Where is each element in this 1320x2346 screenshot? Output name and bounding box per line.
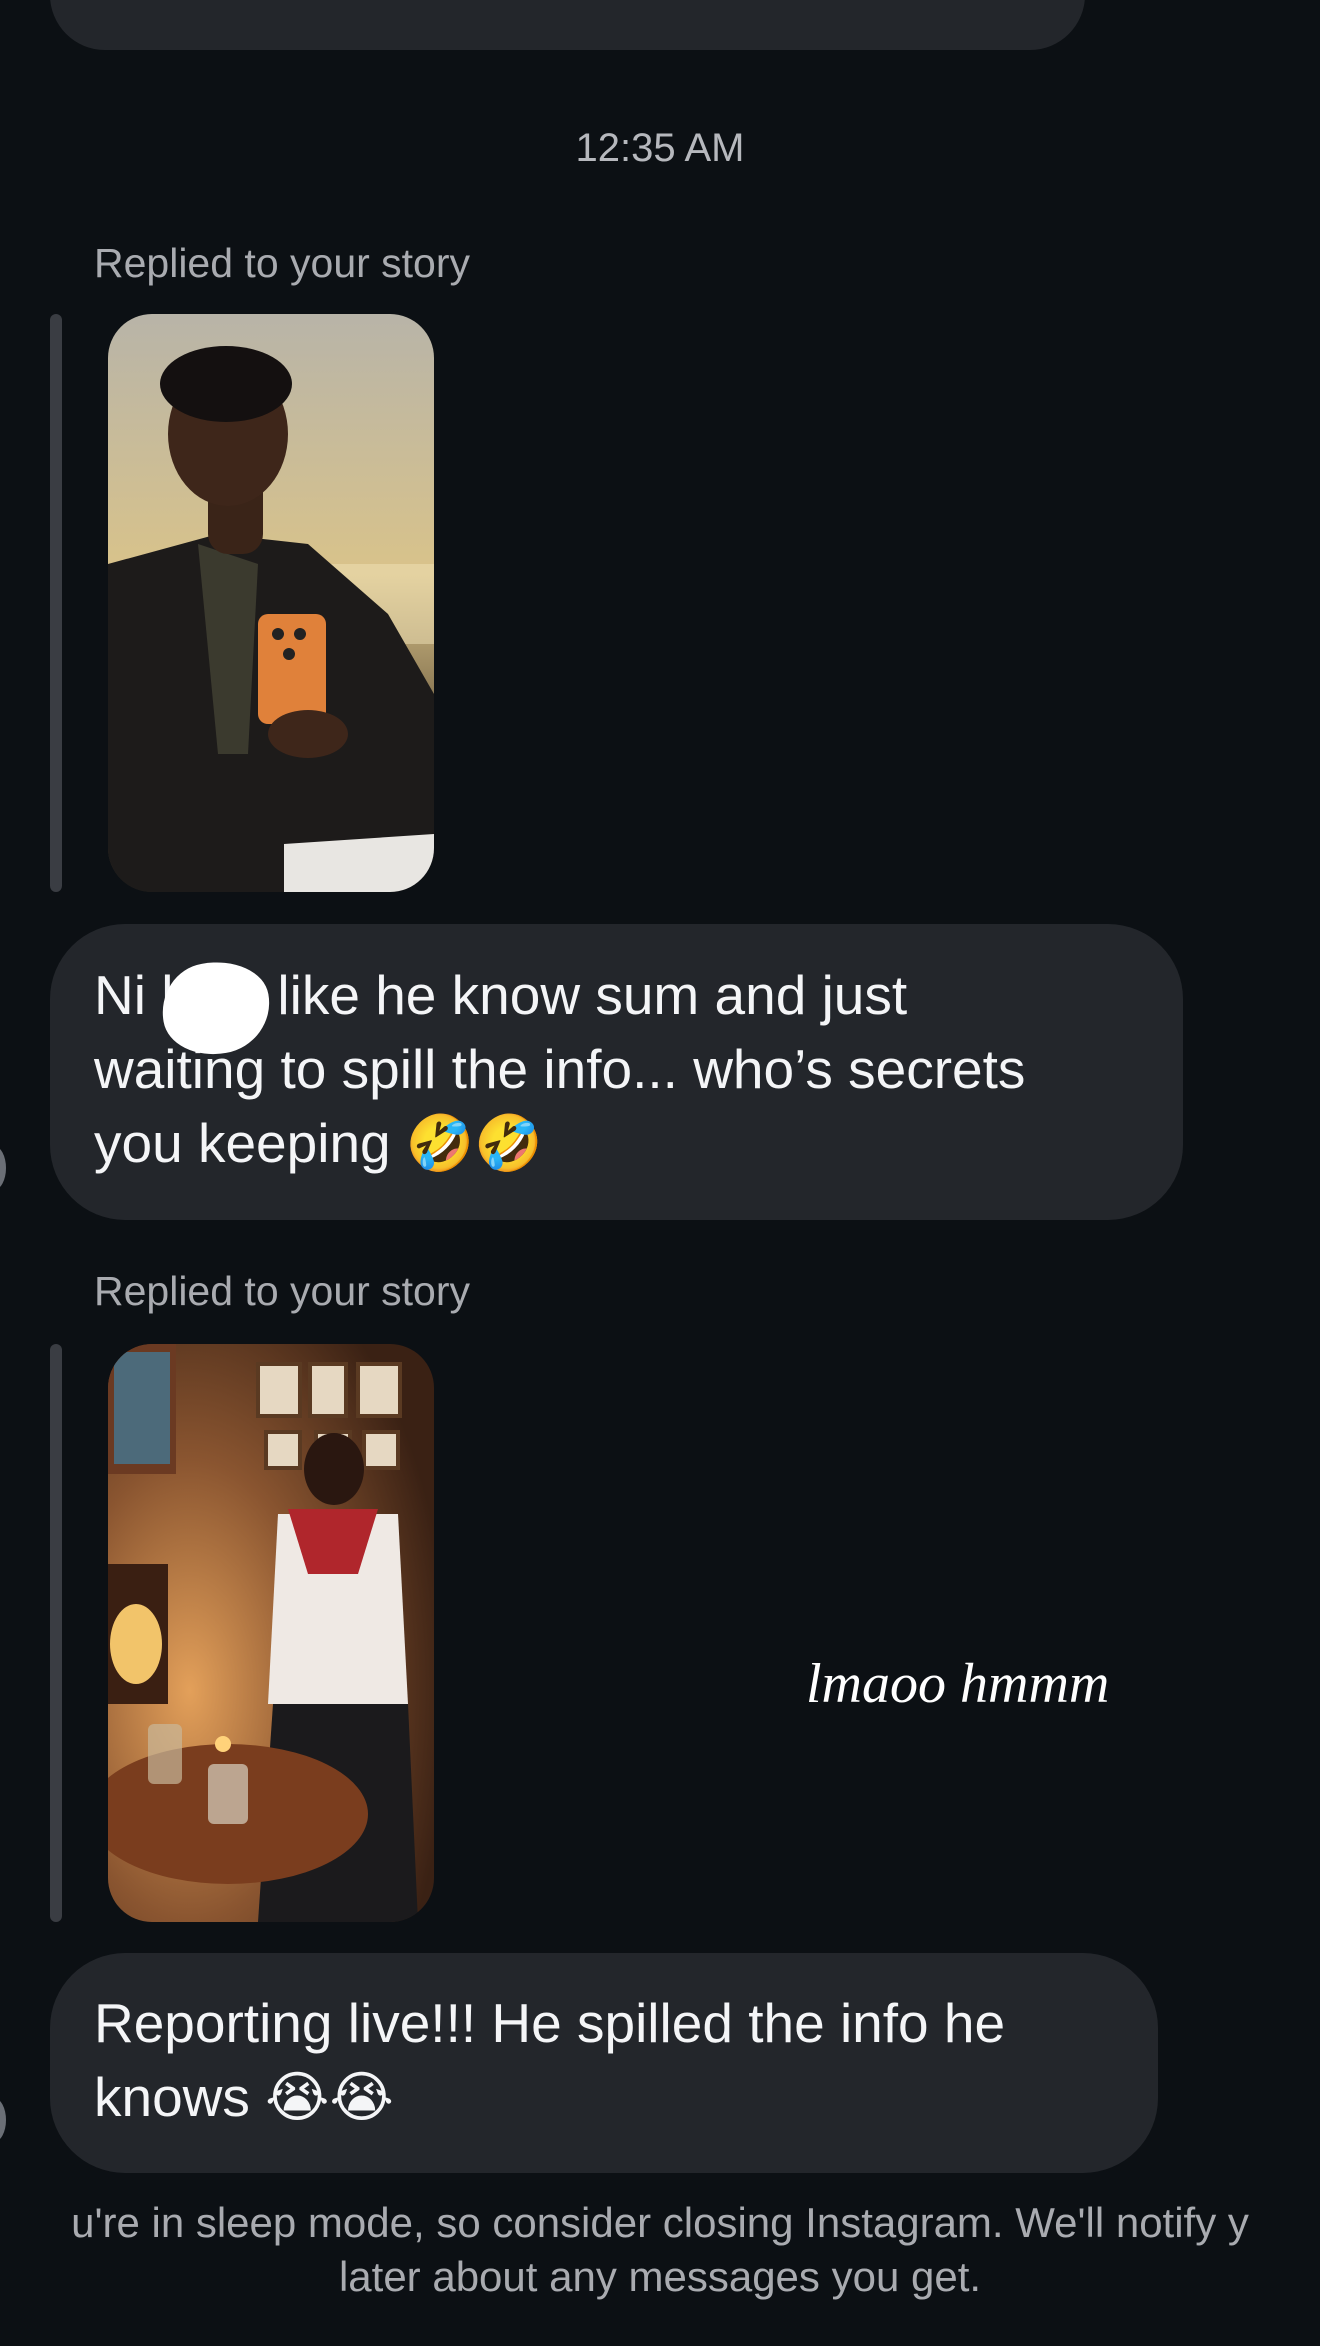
- message-timestamp: 12:35 AM: [575, 126, 745, 170]
- sleep-notice-line: u're in sleep mode, so consider closing …: [71, 2199, 1249, 2246]
- story-image-bar: [108, 1344, 434, 1922]
- reply-quote-bar: [50, 314, 62, 892]
- story-reply-caption: lmaoo hmmm: [806, 1653, 1110, 1715]
- story-image-selfie: [108, 314, 434, 892]
- sleep-notice-line: later about any messages you get.: [338, 2253, 982, 2300]
- sleep-mode-notice: u're in sleep mode, so consider closing …: [0, 2196, 1320, 2304]
- story-reply-label: Replied to your story: [94, 1268, 471, 1314]
- reply-quote-bar: [50, 1344, 62, 1922]
- previous-message-bubble[interactable]: [50, 0, 1085, 50]
- sender-avatar[interactable]: [0, 2098, 6, 2142]
- sender-avatar[interactable]: [0, 1146, 6, 1190]
- story-thumbnail[interactable]: [108, 1344, 434, 1922]
- story-reply-label: Replied to your story: [94, 240, 471, 286]
- message-text: Reporting live!!! He spilled the info he…: [94, 1992, 1006, 2128]
- story-thumbnail[interactable]: [108, 314, 434, 892]
